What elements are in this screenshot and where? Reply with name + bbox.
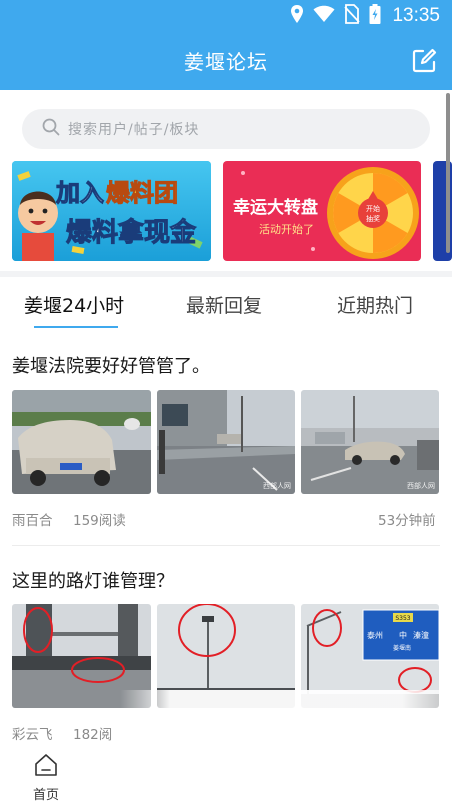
post-divider [12, 545, 440, 546]
nav-item-home[interactable]: 首页 [23, 752, 69, 803]
banner2-title: 幸运大转盘 [233, 197, 318, 218]
no-sim-icon [344, 4, 361, 28]
post-time: 53分钟前 [378, 513, 436, 529]
nav-home-label: 首页 [32, 788, 59, 803]
sign-left-destination: 泰州 [367, 630, 383, 640]
app-bar: 姜堰论坛 [0, 32, 452, 90]
tab-recent-hot[interactable]: 近期热门 [337, 291, 413, 318]
banner2-subtitle: 活动开始了 [259, 222, 314, 236]
fade-overlay [120, 690, 452, 750]
banner-join-tipoff-team[interactable]: 加入 爆料团 爆料拿现金 [12, 161, 211, 261]
post-image[interactable]: 西部人网 [301, 390, 439, 494]
svg-text:抽奖: 抽奖 [366, 214, 380, 223]
post-author[interactable]: 雨百合 [12, 509, 53, 529]
search-input[interactable]: 搜索用户/帖子/板块 [22, 109, 430, 149]
prize-wheel: 开始 抽奖 [327, 167, 419, 259]
tab-24h[interactable]: 姜堰24小时 [24, 291, 124, 318]
banner-lucky-wheel[interactable]: 幸运大转盘 活动开始了 开始 抽奖 [223, 161, 421, 261]
sign-right-destination: 溱潼 [413, 630, 429, 640]
clock: 13:35 [392, 5, 440, 26]
search-icon [42, 118, 60, 140]
edit-icon [412, 48, 437, 73]
banner1-line1-a: 加入 [56, 179, 104, 207]
banner1-line1-b: 爆料团 [106, 179, 178, 207]
sign-center: 中 [399, 630, 407, 640]
banner1-line2: 爆料拿现金 [66, 217, 197, 248]
compose-button[interactable] [409, 46, 439, 76]
post-title[interactable]: 姜堰法院要好好管管了。 [12, 352, 210, 378]
image-watermark: 西部人网 [407, 482, 435, 490]
location-icon [290, 4, 304, 28]
post-title[interactable]: 这里的路灯谁管理？ [12, 567, 174, 593]
scrollbar[interactable] [446, 93, 450, 253]
post-author[interactable]: 彩云飞 [12, 723, 53, 743]
page-title: 姜堰论坛 [184, 50, 268, 74]
search-placeholder: 搜索用户/帖子/板块 [68, 122, 200, 138]
post-image[interactable]: 西部人网 [157, 390, 295, 494]
post-image[interactable] [12, 390, 151, 494]
post-read-count: 182阅 [73, 727, 113, 743]
active-tab-indicator [34, 326, 118, 328]
sign-sub-destination: 姜堰南 [393, 644, 411, 652]
post-read-count: 159阅读 [73, 513, 126, 529]
bottom-nav: 首页 [0, 748, 452, 805]
home-icon [35, 754, 57, 776]
wifi-icon [313, 5, 335, 27]
battery-charging-icon [369, 4, 381, 28]
status-bar: 13:35 [0, 0, 452, 32]
tab-bar: 姜堰24小时 最新回复 近期热门 [0, 277, 452, 331]
image-watermark: 西部人网 [263, 482, 291, 490]
svg-text:开始: 开始 [366, 204, 380, 213]
sign-route: S353 [395, 615, 410, 622]
tab-latest-replies[interactable]: 最新回复 [186, 291, 262, 318]
